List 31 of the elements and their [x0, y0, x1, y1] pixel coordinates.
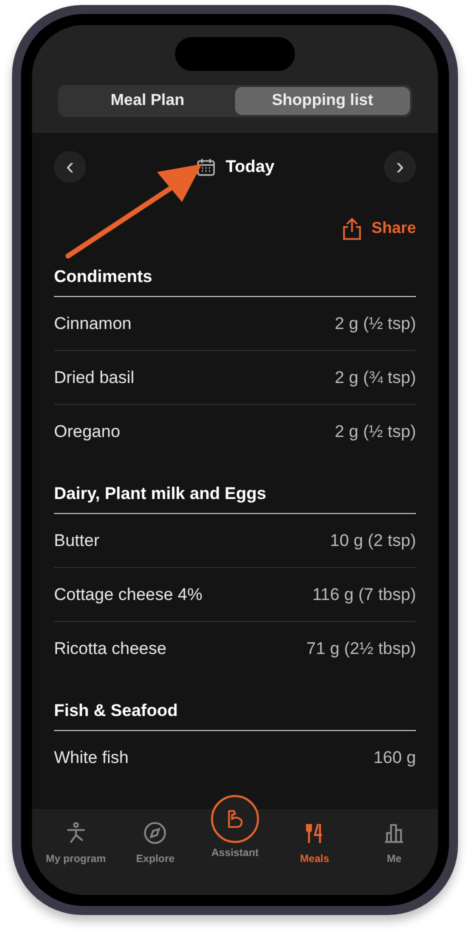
- ingredient-amount: 160 g: [373, 748, 416, 768]
- ingredient-name: Cinnamon: [54, 314, 132, 334]
- share-icon: [342, 217, 362, 241]
- tab-bar-item[interactable]: My program: [40, 817, 112, 865]
- tab-bar-item[interactable]: Explore: [119, 817, 192, 865]
- next-day-button[interactable]: ›: [384, 151, 416, 183]
- segment-tab[interactable]: Shopping list: [235, 87, 410, 115]
- ingredient-name: Oregano: [54, 422, 120, 442]
- share-button[interactable]: Share: [342, 217, 416, 241]
- ingredient-amount: 71 g (2½ tbsp): [306, 638, 416, 658]
- ingredient-name: Dried basil: [54, 368, 134, 388]
- calendar-icon: [196, 157, 216, 177]
- section-heading: Dairy, Plant milk and Eggs: [54, 484, 416, 514]
- ingredient-amount: 10 g (2 tsp): [330, 530, 416, 550]
- ingredient-name: White fish: [54, 748, 129, 768]
- section-heading: Condiments: [54, 267, 416, 297]
- section-heading: Fish & Seafood: [54, 701, 416, 731]
- tab-bar-item[interactable]: Assistant: [198, 791, 271, 859]
- ingredient-name: Ricotta cheese: [54, 638, 166, 658]
- ingredient-name: Cottage cheese 4%: [54, 584, 202, 604]
- segment-tab[interactable]: Meal Plan: [60, 87, 235, 115]
- ingredient-amount: 2 g (½ tsp): [334, 422, 416, 442]
- tab-bar-item[interactable]: Meals: [278, 817, 351, 865]
- previous-day-button[interactable]: ‹: [54, 151, 86, 183]
- ingredient-amount: 116 g (7 tbsp): [312, 584, 416, 604]
- compass-icon: [143, 821, 168, 845]
- ingredient-amount: 2 g (½ tsp): [334, 314, 416, 334]
- ingredient-amount: 2 g (¾ tsp): [334, 368, 416, 388]
- tab-bar-item[interactable]: Me: [358, 817, 430, 865]
- ingredient-name: Butter: [54, 530, 100, 550]
- date-label[interactable]: Today: [226, 157, 274, 177]
